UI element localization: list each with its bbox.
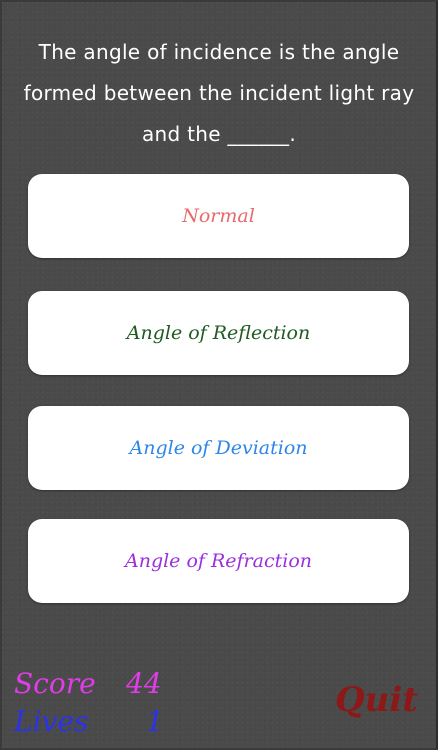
- score-value: 44: [126, 667, 162, 700]
- score-display: Score 44: [14, 667, 162, 700]
- answer-button-normal[interactable]: Normal: [28, 174, 409, 258]
- lives-value: 1: [146, 705, 164, 738]
- lives-display: Lives 1: [14, 705, 164, 738]
- answer-label: Angle of Refraction: [124, 550, 312, 572]
- answer-button-angle-of-reflection[interactable]: Angle of Reflection: [28, 291, 409, 375]
- answer-label: Angle of Deviation: [129, 437, 308, 459]
- question-text: The angle of incidence is the angle form…: [23, 40, 415, 146]
- lives-label: Lives: [14, 705, 89, 738]
- quit-button[interactable]: Quit: [335, 680, 418, 720]
- answer-label: Normal: [182, 205, 255, 227]
- score-label: Score: [14, 667, 96, 700]
- answer-button-angle-of-deviation[interactable]: Angle of Deviation: [28, 406, 409, 490]
- answer-label: Angle of Reflection: [126, 322, 311, 344]
- answer-button-angle-of-refraction[interactable]: Angle of Refraction: [28, 519, 409, 603]
